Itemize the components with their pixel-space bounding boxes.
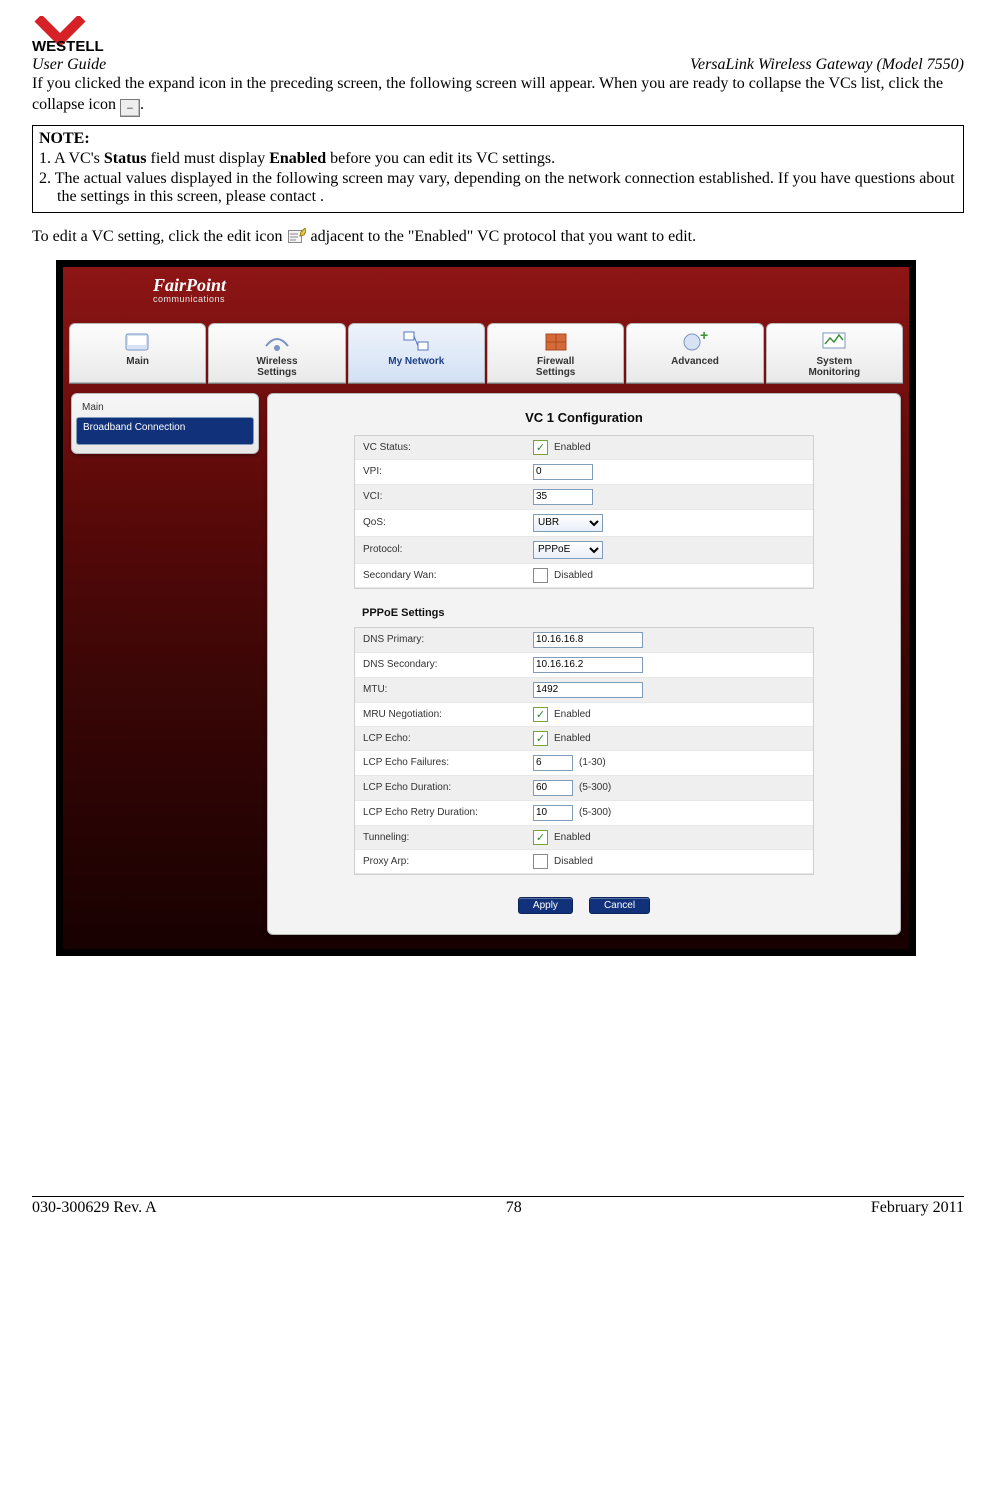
header-left: User Guide	[32, 56, 106, 74]
pppoe-form: DNS Primary: DNS Secondary: MTU: MRU Neg…	[354, 627, 814, 875]
config-panel: VC 1 Configuration VC Status: ✓ Enabled V…	[267, 393, 901, 935]
label-proxyarp: Proxy Arp:	[363, 856, 533, 867]
label-mtu: MTU:	[363, 684, 533, 695]
westell-logo: WESTELL	[32, 16, 964, 54]
label-vpi: VPI:	[363, 466, 533, 477]
edit-icon	[287, 228, 307, 244]
checkbox-proxyarp[interactable]: ✓	[533, 854, 548, 869]
header-right: VersaLink Wireless Gateway (Model 7550)	[690, 56, 964, 74]
svg-text:WESTELL: WESTELL	[32, 38, 104, 54]
input-vci[interactable]	[533, 489, 593, 505]
collapse-icon: −	[120, 99, 140, 117]
tab-my-network[interactable]: My Network	[348, 323, 485, 383]
wireless-icon	[262, 328, 292, 354]
note-item-2: 2. The actual values displayed in the fo…	[39, 170, 957, 206]
label-dns2: DNS Secondary:	[363, 659, 533, 670]
network-icon	[401, 328, 431, 354]
text-enabled: Enabled	[554, 442, 591, 453]
label-qos: QoS:	[363, 517, 533, 528]
note-item-1: 1. A VC's Status field must display Enab…	[39, 150, 957, 168]
label-vc-status: VC Status:	[363, 442, 533, 453]
checkbox-mru[interactable]: ✓	[533, 707, 548, 722]
input-vpi[interactable]	[533, 464, 593, 480]
cancel-button[interactable]: Cancel	[589, 897, 650, 914]
panel-title: VC 1 Configuration	[274, 400, 894, 429]
tab-monitoring[interactable]: System Monitoring	[766, 323, 903, 383]
label-protocol: Protocol:	[363, 544, 533, 555]
input-lcp-retry[interactable]	[533, 805, 573, 821]
text-disabled: Disabled	[554, 570, 593, 581]
label-secwan: Secondary Wan:	[363, 570, 533, 581]
firewall-icon	[541, 328, 571, 354]
label-lcp-fail: LCP Echo Failures:	[363, 757, 533, 768]
sidebar: Main Broadband Connection	[71, 393, 259, 454]
label-tunnel: Tunneling:	[363, 832, 533, 843]
label-lcp: LCP Echo:	[363, 733, 533, 744]
label-lcp-dur: LCP Echo Duration:	[363, 782, 533, 793]
advanced-icon: +	[680, 328, 710, 354]
main-icon	[123, 328, 153, 354]
label-lcp-retry: LCP Echo Retry Duration:	[363, 807, 533, 818]
input-dns2[interactable]	[533, 657, 643, 673]
tab-advanced[interactable]: + Advanced	[626, 323, 763, 383]
tab-firewall[interactable]: Firewall Settings	[487, 323, 624, 383]
checkbox-vc-status[interactable]: ✓	[533, 440, 548, 455]
svg-text:+: +	[700, 328, 708, 343]
input-lcp-dur[interactable]	[533, 780, 573, 796]
label-vci: VCI:	[363, 491, 533, 502]
input-lcp-fail[interactable]	[533, 755, 573, 771]
checkbox-tunnel[interactable]: ✓	[533, 830, 548, 845]
select-qos[interactable]: UBR	[533, 514, 603, 532]
label-dns1: DNS Primary:	[363, 634, 533, 645]
monitoring-icon	[819, 328, 849, 354]
select-protocol[interactable]: PPPoE	[533, 541, 603, 559]
tab-main[interactable]: Main	[69, 323, 206, 383]
paragraph-2: To edit a VC setting, click the edit ico…	[32, 227, 964, 248]
checkbox-secwan[interactable]: ✓	[533, 568, 548, 583]
fairpoint-logo: FairPoint communications	[63, 267, 909, 323]
input-mtu[interactable]	[533, 682, 643, 698]
paragraph-1: If you clicked the expand icon in the pr…	[32, 74, 964, 117]
vc-form: VC Status: ✓ Enabled VPI: VCI: QoS: UBR P…	[354, 435, 814, 589]
note-box: NOTE: 1. A VC's Status field must displa…	[32, 125, 964, 213]
footer-left: 030-300629 Rev. A	[32, 1199, 157, 1217]
checkbox-lcp[interactable]: ✓	[533, 731, 548, 746]
footer-right: February 2011	[871, 1199, 964, 1217]
footer-center: 78	[506, 1199, 522, 1217]
apply-button[interactable]: Apply	[518, 897, 573, 914]
tab-wireless[interactable]: Wireless Settings	[208, 323, 345, 383]
label-mru: MRU Negotiation:	[363, 709, 533, 720]
sidebar-item-broadband[interactable]: Broadband Connection	[76, 417, 254, 445]
router-ui: FairPoint communications Main Wireless S…	[56, 260, 916, 956]
sidebar-item-main[interactable]: Main	[76, 398, 254, 417]
input-dns1[interactable]	[533, 632, 643, 648]
note-title: NOTE:	[39, 130, 957, 148]
pppoe-header: PPPoE Settings	[354, 593, 894, 621]
